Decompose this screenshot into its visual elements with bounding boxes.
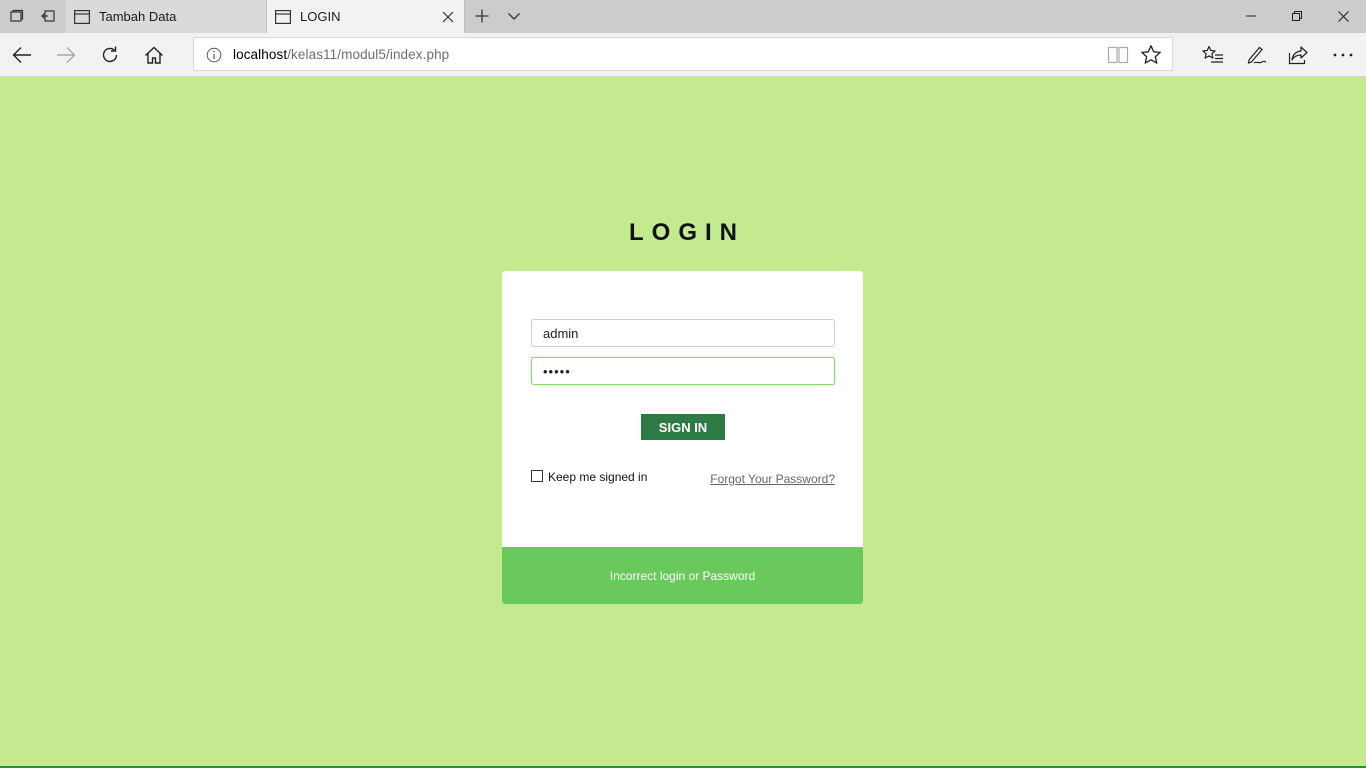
web-note-pen-icon[interactable] xyxy=(1234,33,1278,77)
page-icon xyxy=(275,9,291,24)
page-title: LOGIN xyxy=(629,219,745,246)
favorite-star-icon[interactable] xyxy=(1140,44,1162,66)
share-icon[interactable] xyxy=(1277,33,1321,77)
keep-signed-in-checkbox[interactable] xyxy=(531,470,543,482)
more-options-icon[interactable] xyxy=(1321,33,1365,77)
forward-arrow-icon[interactable] xyxy=(44,33,88,77)
tab-tambah-data[interactable]: Tambah Data xyxy=(66,0,266,33)
error-message-bar: Incorrect login or Password xyxy=(502,547,863,604)
forgot-password-link[interactable]: Forgot Your Password? xyxy=(710,472,835,486)
close-tab-icon[interactable] xyxy=(432,1,464,33)
refresh-icon[interactable] xyxy=(88,33,132,77)
back-arrow-icon[interactable] xyxy=(0,33,44,77)
tab-title: Tambah Data xyxy=(99,9,177,24)
keep-signed-in-option[interactable]: Keep me signed in xyxy=(531,470,647,484)
username-input[interactable] xyxy=(531,319,835,347)
close-window-icon[interactable] xyxy=(1320,0,1366,32)
minimize-icon[interactable] xyxy=(1228,0,1274,32)
set-tabs-aside-icon[interactable] xyxy=(32,0,64,32)
site-info-icon[interactable] xyxy=(206,47,222,63)
address-bar[interactable]: localhost/kelas11/modul5/index.php xyxy=(193,37,1173,71)
url-host: localhost xyxy=(233,47,288,62)
error-message-text: Incorrect login or Password xyxy=(609,568,756,583)
browser-tab-strip: Tambah Data LOGIN xyxy=(0,0,1366,33)
tab-actions-icon[interactable] xyxy=(0,0,32,32)
keep-signed-in-label: Keep me signed in xyxy=(548,470,648,484)
page-icon xyxy=(74,9,90,24)
url-text[interactable]: localhost/kelas11/modul5/index.php xyxy=(233,47,449,62)
reading-view-icon[interactable] xyxy=(1107,45,1129,65)
url-path: /kelas11/modul5/index.php xyxy=(287,47,450,62)
tab-login[interactable]: LOGIN xyxy=(266,0,465,33)
tab-title: LOGIN xyxy=(300,9,341,24)
login-card: SIGN IN Keep me signed in Forgot Your Pa… xyxy=(502,271,863,604)
new-tab-icon[interactable] xyxy=(466,0,498,32)
favorites-hub-icon[interactable] xyxy=(1191,33,1235,77)
password-input[interactable] xyxy=(531,357,835,385)
home-icon[interactable] xyxy=(132,33,176,77)
sign-in-button[interactable]: SIGN IN xyxy=(641,414,725,440)
tab-preview-chevron-down-icon[interactable] xyxy=(498,0,530,32)
restore-icon[interactable] xyxy=(1274,0,1320,32)
browser-toolbar: localhost/kelas11/modul5/index.php xyxy=(0,33,1366,77)
